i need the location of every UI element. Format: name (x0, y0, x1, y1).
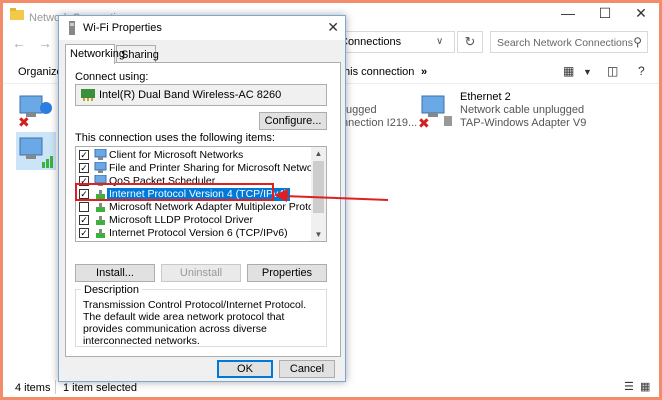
scroll-down-icon[interactable]: ▼ (311, 228, 326, 241)
protocol-icon (96, 229, 105, 238)
status-items-count: 4 items (15, 382, 51, 394)
annotation-highlight-box (75, 183, 274, 201)
search-placeholder: Search Network Connections (497, 37, 633, 49)
uninstall-button[interactable]: Uninstall (161, 264, 241, 282)
adapter-name-ethernet2: Ethernet 2 (460, 91, 511, 103)
minimize-button[interactable]: — (560, 5, 576, 21)
tab-networking[interactable]: Networking (65, 44, 125, 64)
description-text: Transmission Control Protocol/Internet P… (83, 299, 307, 347)
refresh-button[interactable]: ↻ (457, 31, 483, 53)
dialog-close-icon[interactable]: ✕ (327, 19, 339, 36)
wifi-adapter-small-icon (69, 21, 75, 35)
search-input[interactable]: Search Network Connections ⚲ (490, 31, 648, 53)
toolbar-this-connection[interactable]: this connection (341, 66, 414, 78)
back-arrow-icon[interactable]: ← (12, 35, 26, 51)
item-checkbox[interactable]: ✓ (79, 163, 89, 173)
toolbar-more[interactable]: » (421, 66, 427, 78)
adapter-device-ethernet2: TAP-Windows Adapter V9 (460, 117, 587, 129)
status-separator (55, 380, 56, 394)
organize-menu[interactable]: Organize (18, 66, 63, 78)
protocol-icon (96, 203, 105, 212)
list-item[interactable]: ✓ Microsoft LLDP Protocol Driver (76, 214, 312, 227)
network-client-icon (94, 149, 107, 160)
item-label: File and Printer Sharing for Microsoft N… (109, 162, 327, 174)
svg-text:✖: ✖ (418, 116, 430, 130)
dialog-titlebar: Wi-Fi Properties ✕ (59, 16, 345, 40)
search-icon: ⚲ (633, 35, 642, 49)
configure-button[interactable]: Configure... (259, 112, 327, 130)
list-item[interactable]: ✓ Client for Microsoft Networks (76, 149, 312, 162)
item-checkbox[interactable]: ✓ (79, 150, 89, 160)
protocol-icon (96, 216, 105, 225)
annotation-arrow-icon (274, 189, 389, 202)
network-service-icon (94, 162, 107, 173)
item-label: Microsoft LLDP Protocol Driver (109, 214, 253, 226)
maximize-button[interactable]: ☐ (597, 5, 613, 21)
close-window-button[interactable]: ✕ (633, 5, 649, 21)
items-label: This connection uses the following items… (75, 132, 275, 144)
list-item[interactable]: ✓ Internet Protocol Version 6 (TCP/IPv6) (76, 227, 312, 240)
adapter-device: nnection I219... (342, 117, 418, 129)
ethernet-adapter-icon[interactable]: ✖ (418, 90, 456, 130)
wifi-adapter-icon[interactable] (16, 132, 56, 170)
item-label: Internet Protocol Version 6 (TCP/IPv6) (109, 227, 288, 239)
help-icon[interactable]: ? (638, 64, 645, 78)
description-title: Description (81, 284, 143, 296)
cancel-button[interactable]: Cancel (279, 360, 335, 378)
dialog-title: Wi-Fi Properties (83, 22, 162, 34)
address-text: Connections (340, 36, 402, 48)
refresh-icon: ↻ (464, 34, 476, 49)
status-selected-count: 1 item selected (63, 382, 137, 394)
forward-arrow-icon[interactable]: → (38, 35, 52, 51)
svg-text:✖: ✖ (18, 115, 30, 128)
item-label: Client for Microsoft Networks (109, 149, 244, 161)
adapter-field: Intel(R) Dual Band Wireless-AC 8260 (75, 84, 327, 106)
item-checkbox[interactable]: ✓ (79, 228, 89, 238)
adapter-disabled-icon[interactable]: ✖ (16, 90, 54, 128)
details-view-icon[interactable]: ☰ (624, 380, 634, 393)
network-folder-icon (10, 8, 24, 20)
properties-button[interactable]: Properties (247, 264, 327, 282)
item-checkbox[interactable] (79, 202, 89, 212)
adapter-name: Intel(R) Dual Band Wireless-AC 8260 (99, 89, 282, 101)
preview-pane-icon[interactable]: ◫ (607, 64, 618, 78)
large-icons-view-icon[interactable]: ▦ (640, 380, 650, 393)
install-button[interactable]: Install... (75, 264, 155, 282)
view-options-icon[interactable]: ▦ (563, 64, 574, 78)
chevron-down-icon[interactable]: ∨ (436, 36, 443, 47)
nic-icon (81, 89, 95, 101)
adapter-status-ethernet2: Network cable unplugged (460, 104, 585, 116)
view-dropdown-icon[interactable]: ▼ (583, 67, 592, 77)
ok-button[interactable]: OK (217, 360, 273, 378)
item-checkbox[interactable]: ✓ (79, 215, 89, 225)
adapter-status: ugged (346, 104, 377, 116)
connect-using-label: Connect using: (75, 71, 149, 83)
list-item[interactable]: ✓ File and Printer Sharing for Microsoft… (76, 162, 326, 175)
scroll-up-icon[interactable]: ▲ (311, 147, 326, 160)
